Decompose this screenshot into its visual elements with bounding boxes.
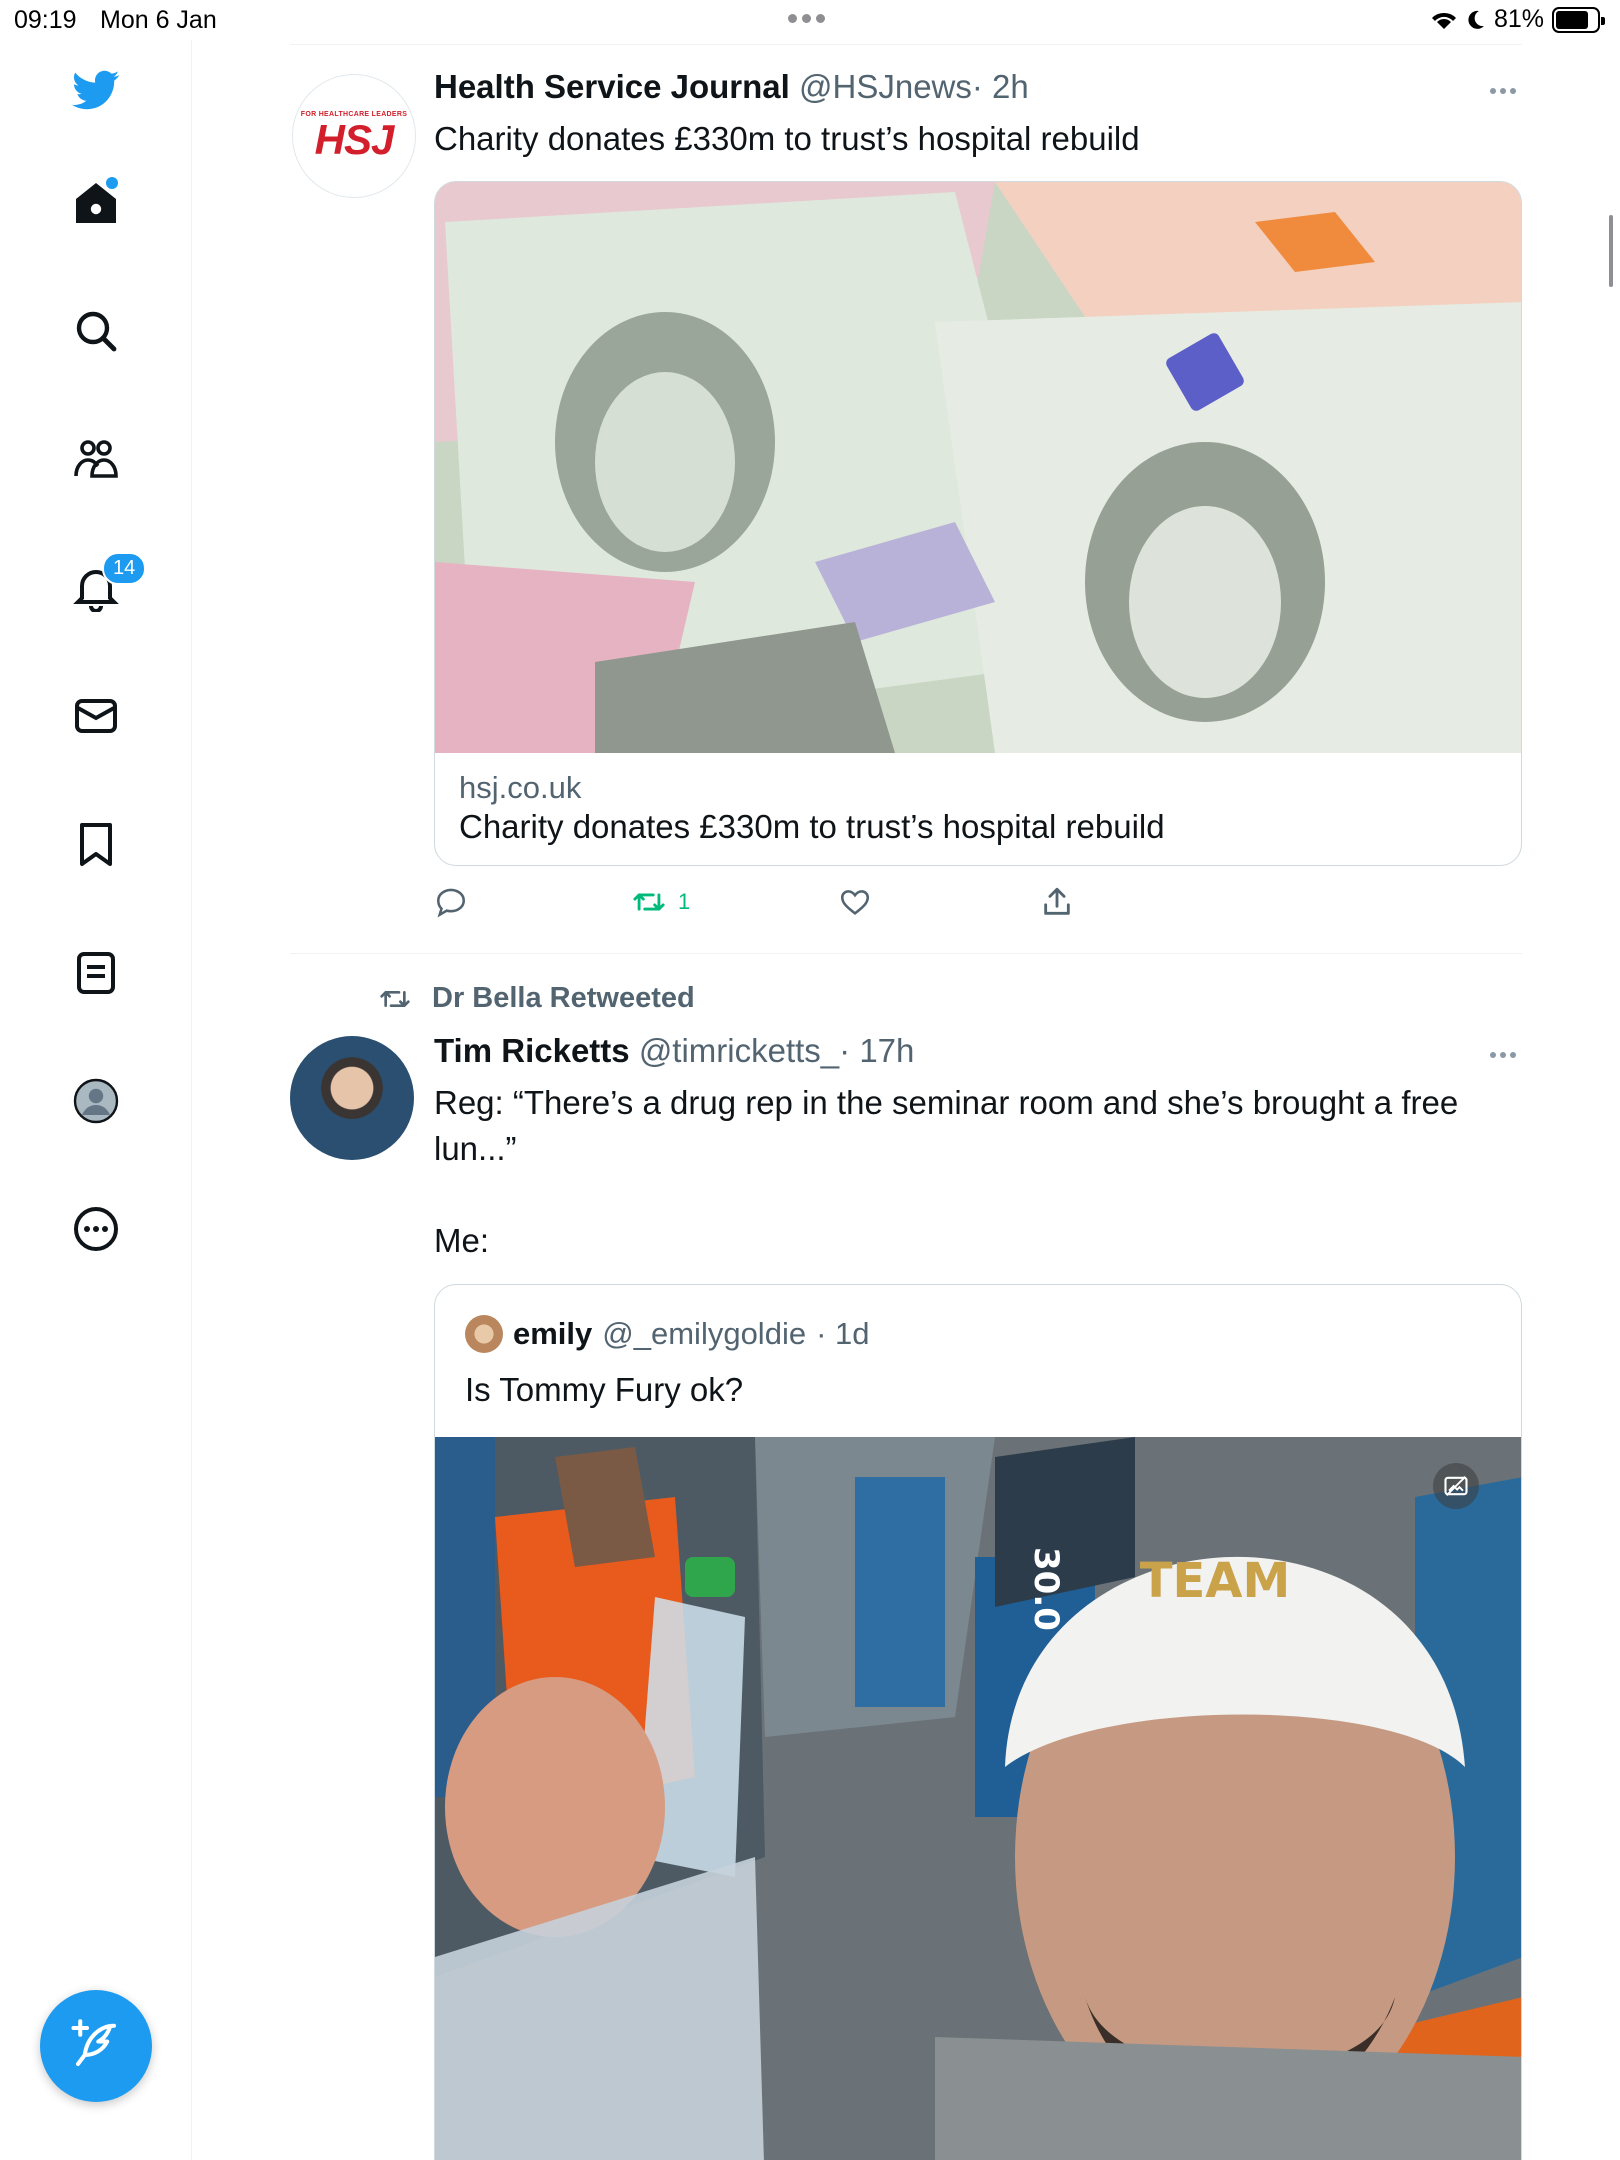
search-icon[interactable] — [50, 285, 142, 377]
quote-time: · 1d — [816, 1316, 870, 1351]
selfie-photo: TEAM 30.0 — [435, 1437, 1521, 2160]
link-card[interactable]: hsj.co.uk Charity donates £330m to trust… — [434, 181, 1522, 866]
quote-header: emily @_emilygoldie · 1d — [465, 1315, 870, 1353]
more-options-icon[interactable] — [1490, 88, 1516, 94]
divider — [290, 953, 1522, 954]
home-icon[interactable] — [50, 157, 142, 249]
quote-author-name: emily — [513, 1316, 593, 1351]
race-bib-text: 30.0 — [1026, 1547, 1066, 1631]
tweet-text-line: Me: — [434, 1222, 490, 1259]
retweet-icon — [633, 893, 665, 911]
sidebar: 14 — [0, 40, 192, 2160]
notification-badge: 14 — [102, 552, 147, 585]
tweet-header: Health Service Journal @HSJnews· 2h — [434, 68, 1029, 106]
compose-feather-icon — [71, 2019, 117, 2067]
tweet-text: Charity donates £330m to trust’s hospita… — [434, 120, 1140, 157]
author-handle[interactable]: @HSJnews — [799, 68, 972, 105]
retweeted-by-line[interactable]: Dr Bella Retweeted — [376, 982, 695, 1015]
more-circle-icon[interactable] — [50, 1183, 142, 1275]
bookmark-icon[interactable] — [50, 798, 142, 890]
tweet-time: · 2h — [971, 68, 1029, 105]
scroll-indicator[interactable] — [1609, 215, 1613, 287]
tweet-text-line: lun...” — [434, 1130, 517, 1167]
author-name[interactable]: Health Service Journal — [434, 68, 790, 105]
hsj-avatar-logo: HSJ — [314, 115, 395, 163]
share-icon — [1044, 887, 1070, 915]
tweet-header: Tim Ricketts @timricketts_· 17h — [434, 1032, 914, 1070]
profile-avatar-icon[interactable] — [50, 1055, 142, 1147]
lists-icon[interactable] — [50, 927, 142, 1019]
status-date: Mon 6 Jan — [100, 6, 217, 34]
hat-logo-text: TEAM — [1140, 1553, 1290, 1609]
tim-ricketts-avatar[interactable] — [290, 1036, 414, 1160]
retweeted-by-text: Dr Bella Retweeted — [432, 982, 695, 1014]
author-name[interactable]: Tim Ricketts — [434, 1032, 630, 1069]
twitter-logo-icon[interactable] — [50, 44, 142, 136]
reply-button[interactable] — [434, 885, 468, 919]
like-button[interactable] — [838, 885, 872, 919]
battery-icon — [1552, 6, 1605, 33]
retweet-button[interactable]: 1 — [632, 885, 690, 919]
home-unread-dot — [106, 177, 118, 189]
compose-tweet-button[interactable] — [40, 1990, 152, 2102]
reply-icon — [436, 888, 466, 918]
share-button[interactable] — [1040, 885, 1074, 919]
notifications-bell-icon[interactable]: 14 — [50, 542, 147, 634]
heart-icon — [840, 890, 870, 915]
quote-author-handle: @_emilygoldie — [602, 1316, 807, 1351]
timeline-feed[interactable]: FOR HEALTHCARE LEADERS HSJ Health Servic… — [290, 0, 1522, 2160]
emily-avatar — [465, 1315, 503, 1353]
quote-text: Is Tommy Fury ok? — [465, 1371, 744, 1408]
status-time: 09:19 — [14, 6, 77, 34]
divider — [290, 44, 1522, 45]
tweet-time: · 17h — [839, 1032, 915, 1069]
quoted-tweet[interactable]: emily @_emilygoldie · 1d Is Tommy Fury ok… — [434, 1284, 1522, 2160]
hsj-avatar[interactable]: FOR HEALTHCARE LEADERS HSJ — [292, 74, 416, 198]
author-handle[interactable]: @timricketts_ — [639, 1032, 839, 1069]
retweet-count: 1 — [678, 889, 691, 914]
tweet-text: Reg: “There’s a drug rep in the seminar … — [434, 1080, 1522, 1264]
more-options-icon[interactable] — [1490, 1052, 1516, 1058]
card-title: Charity donates £330m to trust’s hospita… — [459, 808, 1165, 845]
communities-icon[interactable] — [50, 414, 142, 506]
retweet-small-icon — [380, 990, 410, 1007]
tweet-actions: 1 — [434, 885, 1134, 925]
card-domain: hsj.co.uk — [459, 770, 582, 805]
banknotes-image — [435, 182, 1521, 753]
image-alt-icon[interactable] — [1433, 1463, 1479, 1509]
messages-mail-icon[interactable] — [50, 670, 142, 762]
tweet-text-line: Reg: “There’s a drug rep in the seminar … — [434, 1084, 1459, 1121]
